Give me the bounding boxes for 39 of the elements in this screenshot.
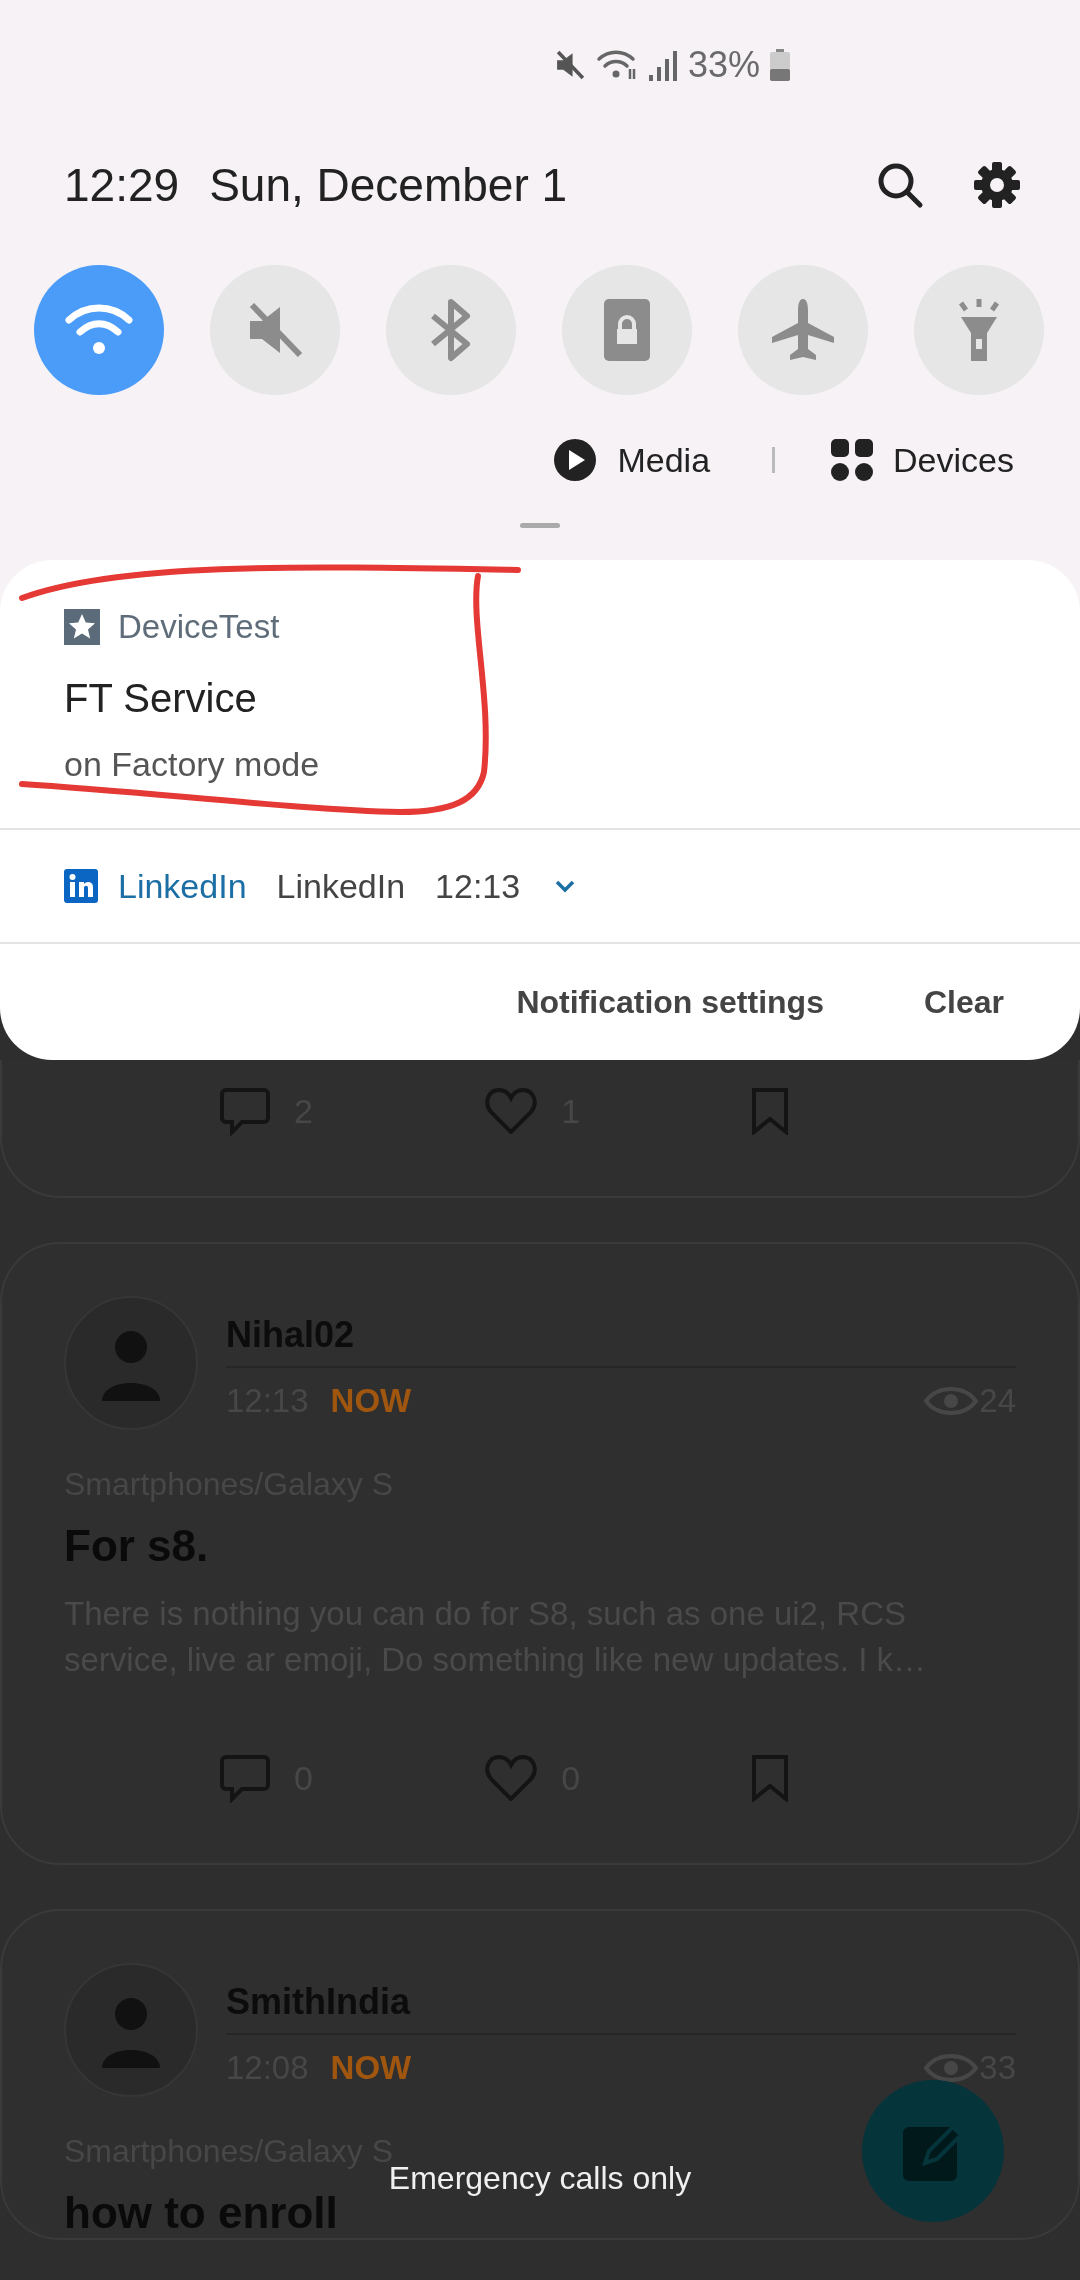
drag-handle[interactable] bbox=[520, 523, 560, 528]
speech-bubble-icon bbox=[220, 1753, 270, 1803]
bookmark-icon bbox=[750, 1754, 789, 1802]
linkedin-logo-icon bbox=[64, 869, 98, 903]
app-name: LinkedIn bbox=[118, 866, 247, 906]
screen-lock-icon bbox=[604, 299, 650, 361]
new-label: NOW bbox=[330, 1382, 412, 1420]
search-button[interactable] bbox=[876, 161, 924, 209]
clear-button[interactable]: Clear bbox=[923, 983, 1004, 1021]
notification-item[interactable]: LinkedIn LinkedIn 12:13 bbox=[0, 830, 1080, 942]
battery-icon bbox=[770, 49, 790, 81]
notification-title: FT Service bbox=[64, 676, 258, 721]
emergency-calls-text: Emergency calls only bbox=[388, 2160, 692, 2197]
clock-time: 12:29 bbox=[64, 158, 180, 212]
date-text: Sun, December 1 bbox=[209, 158, 569, 212]
notification-settings-button[interactable]: Notification settings bbox=[516, 983, 824, 1021]
wifi-icon bbox=[595, 49, 638, 81]
app-name: DeviceTest bbox=[118, 608, 280, 646]
battery-percentage: 33% bbox=[687, 44, 760, 86]
bluetooth-icon bbox=[429, 298, 473, 362]
eye-icon bbox=[923, 1385, 980, 1417]
speech-bubble-icon bbox=[220, 1086, 270, 1136]
notification-title: LinkedIn bbox=[276, 866, 406, 906]
new-label: NOW bbox=[330, 2049, 412, 2087]
media-button[interactable]: Media bbox=[553, 438, 711, 482]
notification-item[interactable]: DeviceTest FT Service on Factory mode bbox=[0, 560, 1080, 828]
grid-icon bbox=[831, 439, 874, 481]
airplane-icon bbox=[770, 297, 836, 363]
heart-icon bbox=[485, 1088, 538, 1134]
signal-icon bbox=[647, 49, 678, 81]
heart-icon bbox=[485, 1755, 538, 1801]
settings-button[interactable] bbox=[974, 162, 1020, 208]
notification-time: 12:13 bbox=[435, 866, 521, 906]
notification-text: on Factory mode bbox=[64, 745, 321, 784]
devices-button[interactable]: Devices bbox=[831, 439, 1014, 481]
eye-icon bbox=[923, 2052, 980, 2084]
chevron-down-icon[interactable] bbox=[554, 879, 577, 893]
bookmark-icon bbox=[750, 1087, 789, 1135]
play-icon bbox=[553, 438, 598, 482]
